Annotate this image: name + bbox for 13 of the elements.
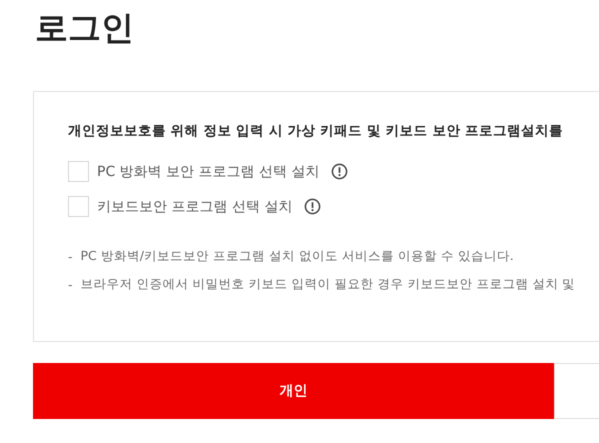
note-text: PC 방화벽/키보드보안 프로그램 설치 없이도 서비스를 이용할 수 있습니다.: [80, 248, 514, 264]
notice-heading: 개인정보보호를 위해 정보 입력 시 가상 키패드 및 키보드 보안 프로그램설치를: [68, 122, 564, 140]
note-text: 브라우저 인증에서 비밀번호 키보드 입력이 필요한 경우 키보드보안 프로그램 설치 및: [80, 276, 576, 292]
checkbox[interactable]: [68, 161, 89, 182]
tab[interactable]: 개인: [33, 363, 554, 419]
info-icon[interactable]: [331, 163, 348, 180]
bullet: -: [68, 248, 73, 264]
bullet: -: [68, 276, 73, 292]
info-icon[interactable]: [304, 198, 322, 215]
page-title: 로그인: [34, 7, 135, 49]
option-label[interactable]: PC 방화벽 보안 프로그램 선택 설치: [97, 162, 320, 180]
checkbox[interactable]: [68, 196, 89, 217]
option-label[interactable]: 키보드보안 프로그램 선택 설치: [97, 198, 292, 216]
